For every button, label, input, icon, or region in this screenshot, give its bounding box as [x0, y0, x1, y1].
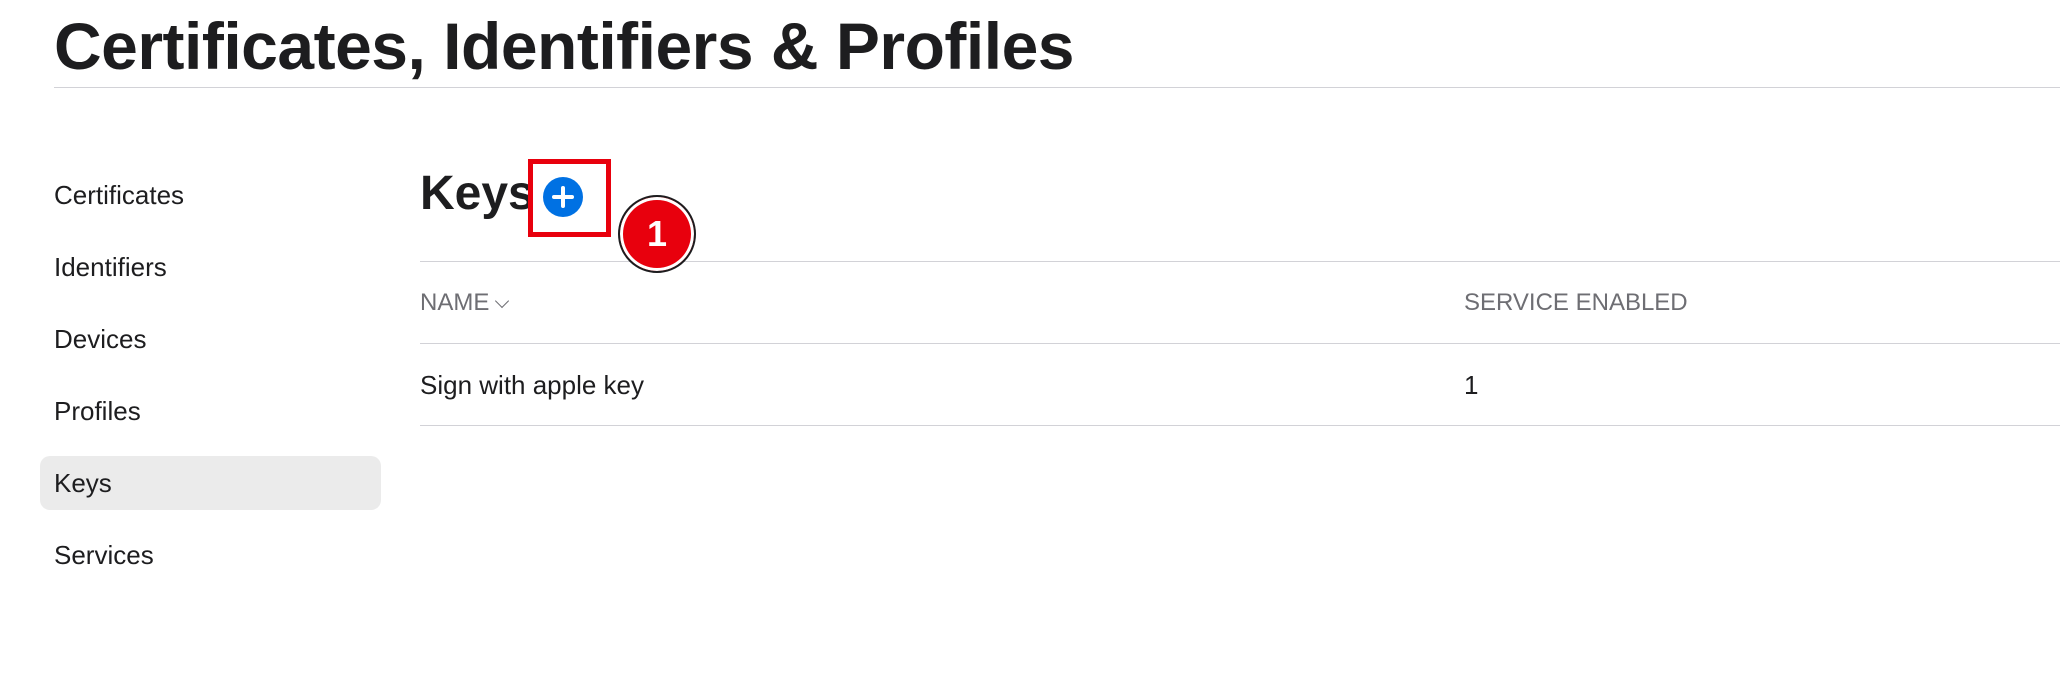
key-name-cell[interactable]: Sign with apple key — [420, 344, 644, 426]
chevron-down-icon — [495, 293, 510, 308]
section-title: Keys — [420, 167, 535, 220]
sidebar: Certificates Identifiers Devices Profile… — [40, 168, 381, 600]
page: Certificates, Identifiers & Profiles Cer… — [0, 0, 2060, 694]
sidebar-item-devices[interactable]: Devices — [40, 312, 381, 366]
annotation-highlight-box — [528, 159, 611, 237]
sidebar-item-profiles[interactable]: Profiles — [40, 384, 381, 438]
sidebar-item-keys[interactable]: Keys — [40, 456, 381, 510]
page-title: Certificates, Identifiers & Profiles — [54, 9, 1075, 83]
main-content: Keys 1 NAME SERVICE ENABLED Sign with ap… — [420, 150, 2060, 426]
section-header: Keys 1 — [420, 150, 2060, 273]
page-header: Certificates, Identifiers & Profiles — [54, 0, 2060, 88]
table-row[interactable]: Sign with apple key 1 — [420, 344, 2060, 426]
column-header-service-enabled: SERVICE ENABLED — [1464, 289, 1688, 316]
table-header: NAME SERVICE ENABLED — [420, 262, 2060, 344]
service-enabled-cell: 1 — [1464, 370, 1479, 400]
column-header-name[interactable]: NAME — [420, 262, 510, 344]
column-header-name-label: NAME — [420, 289, 490, 316]
sidebar-item-certificates[interactable]: Certificates — [40, 168, 381, 222]
sidebar-item-services[interactable]: Services — [40, 528, 381, 582]
sidebar-item-identifiers[interactable]: Identifiers — [40, 240, 381, 294]
